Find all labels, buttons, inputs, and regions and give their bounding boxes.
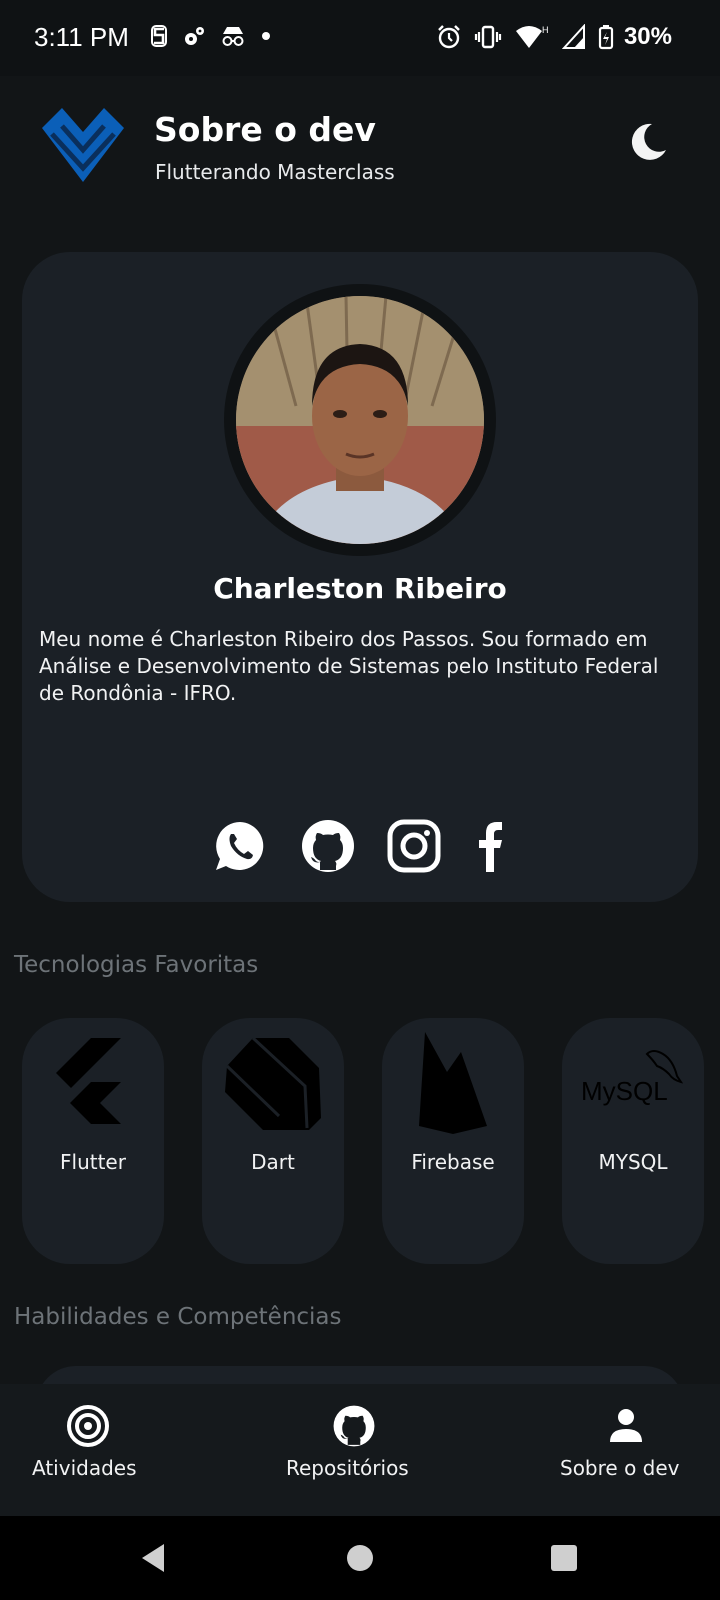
avatar-ring [224,284,496,556]
tech-label: Firebase [411,1150,495,1174]
section-title-favorites: Tecnologias Favoritas [14,952,259,978]
vibrate-icon [474,25,502,49]
profile-bio: Meu nome é Charleston Ribeiro dos Passos… [39,627,659,705]
battery-icon [598,25,614,50]
social-links [212,818,512,878]
mysql-icon: MySQL [583,1050,683,1106]
tech-label: MYSQL [598,1150,668,1174]
nav-item-repositorios[interactable]: Repositórios [270,1384,440,1516]
section-title-skills: Habilidades e Competências [14,1304,342,1330]
facebook-icon[interactable] [462,818,518,874]
flutter-icon [56,1038,121,1124]
nav-item-sobre-o-dev[interactable]: Sobre o dev [546,1384,706,1516]
nav-item-atividades[interactable]: Atividades [0,1384,178,1516]
instagram-icon[interactable] [386,818,442,874]
status-bar: 3:11 PM H 30% [0,0,720,76]
profile-name: Charleston Ribeiro [213,572,507,605]
settings-cluster-icon [185,27,204,45]
s-icon [151,25,167,47]
alarm-icon [438,25,460,49]
dart-icon [225,1036,321,1130]
profile-card: Charleston Ribeiro Meu nome é Charleston… [22,252,698,902]
tech-label: Dart [251,1150,295,1174]
bottom-navigation: Atividades Repositórios Sobre o dev [0,1384,720,1516]
tech-card-firebase[interactable]: Firebase [382,1018,524,1264]
nav-label: Repositórios [286,1456,409,1480]
system-navigation-bar [0,1516,720,1600]
flutterando-logo-icon [42,108,124,182]
incognito-icon [222,27,244,46]
home-icon[interactable] [344,1542,376,1574]
dot-icon [262,32,270,40]
tech-label: Flutter [60,1150,126,1174]
svg-text:H: H [542,25,549,35]
app-area: Sobre o dev Flutterando Masterclass Char… [0,76,720,1516]
nav-label: Sobre o dev [560,1456,680,1480]
tech-card-flutter[interactable]: Flutter [22,1018,164,1264]
status-left-icons [150,24,272,48]
svg-text:MySQL: MySQL [583,1076,668,1106]
target-icon [67,1405,109,1447]
github-icon [333,1405,375,1447]
tech-card-dart[interactable]: Dart [202,1018,344,1264]
status-time: 3:11 PM [34,22,129,52]
signal-icon [562,24,585,49]
page-title: Sobre o dev [154,110,376,149]
wifi-icon: H [516,25,549,48]
whatsapp-icon[interactable] [212,818,268,874]
battery-percentage: 30% [623,23,672,50]
github-icon[interactable] [300,818,356,874]
tech-card-mysql[interactable]: MySQL MYSQL [562,1018,704,1264]
recents-icon[interactable] [548,1542,580,1574]
moon-icon[interactable] [626,120,670,164]
page-subtitle: Flutterando Masterclass [155,160,395,184]
back-icon[interactable] [138,1542,170,1574]
firebase-icon [419,1032,487,1134]
app-header: Sobre o dev Flutterando Masterclass [0,76,720,236]
nav-label: Atividades [32,1456,137,1480]
avatar [236,296,484,544]
person-icon [610,1409,642,1442]
status-right-icons: H [436,24,614,50]
